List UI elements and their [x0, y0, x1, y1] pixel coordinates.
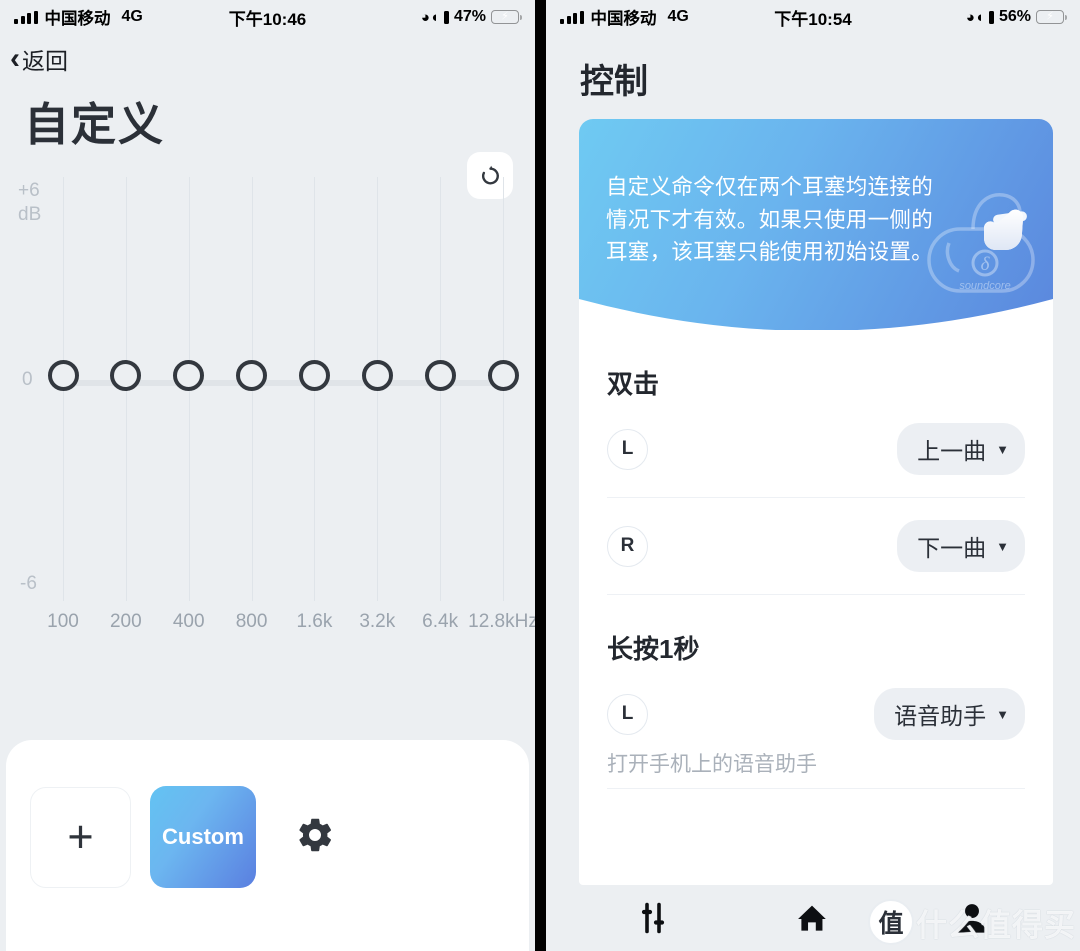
control-row-double-tap-left: L 上一曲 ▼ [607, 401, 1025, 497]
dual-screenshot: 中国移动 4G 下午10:46 ◕◖ 47% ⚡ ‹ 返回 自定义 +6 dB … [0, 0, 1080, 951]
dropdown-value: 语音助手 [894, 703, 987, 729]
signal-bars-icon [14, 10, 38, 24]
eq-band-knob[interactable] [361, 360, 393, 391]
left-phone-panel: 中国移动 4G 下午10:46 ◕◖ 47% ⚡ ‹ 返回 自定义 +6 dB … [0, 0, 535, 951]
earbud-side-badge: L [607, 428, 648, 470]
control-row-double-tap-right: R 下一曲 ▼ [607, 498, 1025, 594]
back-button[interactable]: ‹ 返回 [0, 34, 535, 76]
eq-band-knob[interactable] [487, 360, 519, 391]
eq-frequency-label: 3.2k [359, 611, 396, 632]
carrier-label: 中国移动 [590, 10, 657, 28]
signal-bars-icon [560, 10, 584, 24]
equalizer-chart: +6 dB 0 -6 100 200 400 800 1.6k 3.2k 6.4k 12.8kH… [0, 171, 535, 651]
status-right-group: ◕◖ 47% ⚡ [420, 8, 523, 26]
dropdown-value: 上一曲 [917, 438, 987, 464]
right-phone-panel: 中国移动 4G 下午10:54 ◕◖ 56% ⚡ 控制 δ soundcore … [546, 0, 1080, 951]
dropdown-value: 下一曲 [917, 535, 987, 561]
eq-frequency-label: 800 [235, 611, 268, 632]
preset-settings-button[interactable] [295, 815, 335, 860]
action-dropdown-long-press-left[interactable]: 语音助手 ▼ [874, 688, 1025, 740]
eq-frequency-label: 1.6k [296, 611, 333, 632]
earbuds-tap-illustration: δ soundcore [919, 177, 1047, 317]
eq-frequency-label: 400 [172, 611, 205, 632]
profile-icon [958, 904, 986, 933]
info-card-text: 自定义命令仅在两个耳塞均连接的情况下才有效。如果只使用一侧的耳塞，该耳塞只能使用… [606, 175, 934, 265]
nav-profile-button[interactable] [953, 899, 991, 937]
earbud-side-badge: R [607, 525, 648, 567]
eq-frequency-label: 100 [47, 611, 79, 632]
add-preset-button[interactable]: + [30, 786, 131, 888]
battery-percent-label: 56% [998, 8, 1031, 25]
headphones-icon: ◕◖ [965, 8, 984, 26]
eq-axis-bottom: -6 [20, 573, 37, 594]
headphones-icon: ◕◖ [420, 8, 439, 26]
home-icon [798, 905, 826, 931]
equalizer-icon [641, 902, 665, 934]
plus-icon: + [67, 811, 94, 862]
eq-band-knob[interactable] [47, 360, 79, 391]
control-row-long-press-left: L 语音助手 ▼ [607, 666, 1025, 762]
eq-band-knob[interactable] [424, 360, 456, 391]
info-card: δ soundcore 自定义命令仅在两个耳塞均连接的情况下才有效。如果只使用一… [579, 119, 1053, 347]
network-type-label: 4G [121, 8, 143, 25]
controls-list-panel: 双击 L 上一曲 ▼ R 下一曲 ▼ 长按1秒 L 语音助手 ▼ 打开手机上的语… [579, 330, 1053, 885]
preset-custom-button[interactable]: Custom [150, 786, 256, 888]
chevron-down-icon: ▼ [996, 441, 1009, 457]
headphone-battery-icon [988, 10, 994, 24]
eq-frequency-label: 200 [109, 611, 142, 632]
carrier-label: 中国移动 [44, 10, 111, 28]
section-title-long-press: 长按1秒 [607, 634, 700, 664]
left-status-bar: 中国移动 4G 下午10:46 ◕◖ 47% ⚡ [0, 0, 535, 34]
nav-home-button[interactable] [793, 899, 831, 937]
preset-custom-label: Custom [162, 824, 244, 849]
bottom-navigation [546, 885, 1080, 951]
preset-sheet: + Custom [6, 740, 529, 951]
battery-percent-label: 47% [453, 8, 486, 25]
svg-text:soundcore: soundcore [959, 280, 1010, 292]
eq-band-knob[interactable] [236, 360, 268, 391]
eq-frequency-labels: 100 200 400 800 1.6k 3.2k 6.4k 12.8kHz [0, 611, 535, 637]
action-dropdown-double-tap-right[interactable]: 下一曲 ▼ [897, 520, 1025, 572]
eq-frequency-label: 12.8kHz [468, 611, 535, 632]
panel-divider [535, 0, 546, 951]
page-title: 自定义 [24, 99, 166, 150]
gear-icon [299, 818, 331, 851]
status-left-group: 中国移动 4G [14, 5, 143, 29]
row-divider [607, 788, 1025, 789]
status-right-group: ◕◖ 56% ⚡ [965, 8, 1068, 26]
preset-row: + Custom [6, 740, 529, 888]
earbud-side-badge: L [607, 693, 648, 735]
nav-equalizer-button[interactable] [635, 900, 671, 936]
battery-charging-icon: ⚡ [491, 10, 523, 24]
chevron-down-icon: ▼ [996, 538, 1009, 554]
right-status-bar: 中国移动 4G 下午10:54 ◕◖ 56% ⚡ [546, 0, 1080, 34]
status-left-group: 中国移动 4G [560, 5, 689, 29]
eq-band-knob[interactable] [173, 360, 205, 391]
page-title: 控制 [580, 63, 648, 101]
headphone-battery-icon [443, 10, 449, 24]
eq-gridlines [0, 171, 535, 601]
section-title-double-tap: 双击 [607, 369, 660, 399]
back-label: 返回 [22, 48, 68, 74]
chevron-left-icon: ‹ [10, 42, 20, 75]
action-dropdown-double-tap-left[interactable]: 上一曲 ▼ [897, 423, 1025, 475]
svg-text:δ: δ [981, 254, 991, 275]
battery-charging-icon: ⚡ [1036, 10, 1068, 24]
eq-frequency-label: 6.4k [422, 611, 459, 632]
network-type-label: 4G [667, 8, 689, 25]
eq-axis-top: +6 dB [18, 180, 42, 225]
eq-band-knob[interactable] [298, 360, 330, 391]
chevron-down-icon: ▼ [996, 706, 1009, 722]
eq-axis-zero: 0 [22, 369, 33, 390]
